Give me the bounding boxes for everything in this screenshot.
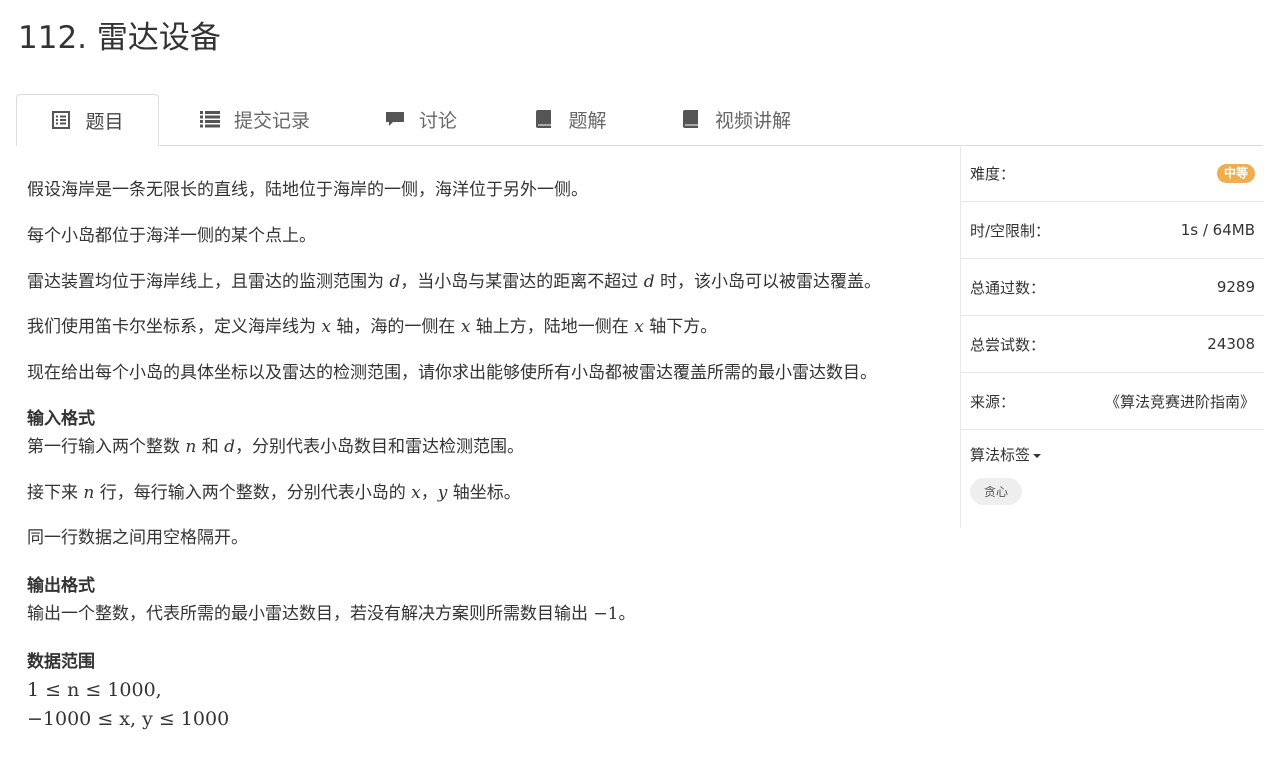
passed-label: 总通过数：	[970, 278, 1046, 297]
tags-toggle[interactable]: 算法标签	[970, 444, 1042, 465]
tab-label: 视频讲解	[714, 109, 791, 132]
data-range-formula: 1 ≤ n ≤ 1000,	[27, 679, 162, 701]
tags-block: 算法标签 贪心	[961, 430, 1264, 528]
tab-bar: 题目 提交记录 讨论 题解 视频讲解	[16, 94, 1263, 146]
problem-info-sidebar: 难度： 中等 时/空限制： 1s / 64MB 总通过数： 9289 总尝试数：…	[960, 145, 1264, 528]
math-variable: d	[224, 437, 236, 457]
limit-value: 1s / 64MB	[1180, 221, 1255, 239]
attempts-label: 总尝试数：	[970, 335, 1046, 354]
tab-label: 讨论	[418, 109, 457, 132]
tab-problem[interactable]: 题目	[16, 94, 159, 146]
passed-value: 9289	[1216, 278, 1255, 296]
tab-video[interactable]: 视频讲解	[656, 94, 816, 144]
tab-solutions[interactable]: 题解	[508, 94, 633, 144]
book-icon	[534, 109, 554, 129]
tab-submissions[interactable]: 提交记录	[176, 94, 334, 144]
input-line: 接下来 n 行，每行输入两个整数，分别代表小岛的 x，y 轴坐标。	[27, 483, 521, 503]
math-variable: d	[389, 272, 401, 292]
output-format-heading: 输出格式	[27, 576, 95, 596]
description-paragraph: 每个小岛都位于海洋一侧的某个点上。	[27, 226, 316, 246]
caret-down-icon	[1033, 453, 1042, 458]
math-value: −1	[593, 604, 619, 624]
list-alt-icon	[51, 110, 71, 130]
math-variable: x	[411, 483, 421, 503]
problem-content: 假设海岸是一条无限长的直线，陆地位于海岸的一侧，海洋位于另外一侧。 每个小岛都位…	[27, 176, 947, 734]
tab-label: 题目	[85, 110, 124, 133]
comment-icon	[385, 109, 405, 129]
math-variable: d	[643, 272, 655, 292]
tab-label: 题解	[568, 109, 607, 132]
input-line: 第一行输入两个整数 n 和 d，分别代表小岛数目和雷达检测范围。	[27, 437, 525, 457]
source-row: 来源： 《算法竞赛进阶指南》	[961, 373, 1264, 430]
math-variable: x	[321, 317, 331, 337]
math-variable: n	[83, 483, 95, 503]
limit-label: 时/空限制：	[970, 221, 1051, 240]
attempts-value: 24308	[1207, 335, 1255, 353]
difficulty-label: 难度：	[970, 164, 1016, 183]
source-label: 来源：	[970, 392, 1016, 411]
math-variable: x	[460, 317, 471, 337]
description-paragraph: 假设海岸是一条无限长的直线，陆地位于海岸的一侧，海洋位于另外一侧。	[27, 180, 588, 200]
output-line: 输出一个整数，代表所需的最小雷达数目，若没有解决方案则所需数目输出 −1。	[27, 604, 636, 624]
math-variable: n	[185, 437, 197, 457]
source-value: 《算法竞赛进阶指南》	[1104, 392, 1255, 411]
data-range-formula: −1000 ≤ x, y ≤ 1000	[27, 708, 230, 730]
tab-discussion[interactable]: 讨论	[361, 94, 481, 144]
math-variable: y	[437, 483, 448, 503]
tab-label: 提交记录	[233, 109, 310, 132]
data-range-heading: 数据范围	[27, 652, 95, 672]
math-variable: x	[634, 317, 644, 337]
page-title: 112. 雷达设备	[18, 20, 221, 56]
tags-label: 算法标签	[970, 446, 1031, 464]
description-paragraph: 雷达装置均位于海岸线上，且雷达的监测范围为 d，当小岛与某雷达的距离不超过 d …	[27, 272, 881, 292]
input-line: 同一行数据之间用空格隔开。	[27, 528, 248, 548]
difficulty-badge: 中等	[1216, 163, 1255, 183]
difficulty-row: 难度： 中等	[961, 145, 1264, 202]
input-format-heading: 输入格式	[27, 409, 95, 429]
description-paragraph: 现在给出每个小岛的具体坐标以及雷达的检测范围，请你求出能够使所有小岛都被雷达覆盖…	[27, 363, 877, 383]
attempts-row: 总尝试数： 24308	[961, 316, 1264, 373]
book-icon	[681, 109, 701, 129]
list-icon	[199, 109, 220, 129]
limit-row: 时/空限制： 1s / 64MB	[961, 202, 1264, 259]
tag-chip[interactable]: 贪心	[970, 478, 1023, 505]
passed-row: 总通过数： 9289	[961, 259, 1264, 316]
description-paragraph: 我们使用笛卡尔坐标系，定义海岸线为 x 轴，海的一侧在 x 轴上方，陆地一侧在 …	[27, 317, 718, 337]
